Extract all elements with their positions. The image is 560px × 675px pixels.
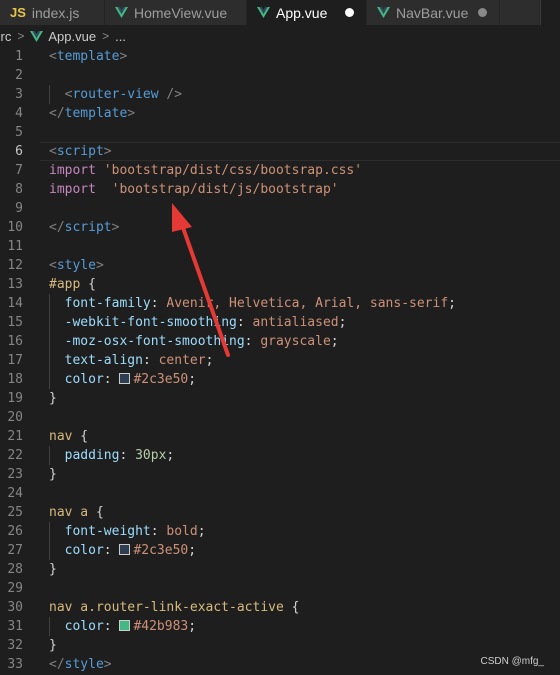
watermark: CSDN @mfg_ bbox=[480, 656, 545, 667]
red-annotation-arrow bbox=[172, 203, 230, 357]
